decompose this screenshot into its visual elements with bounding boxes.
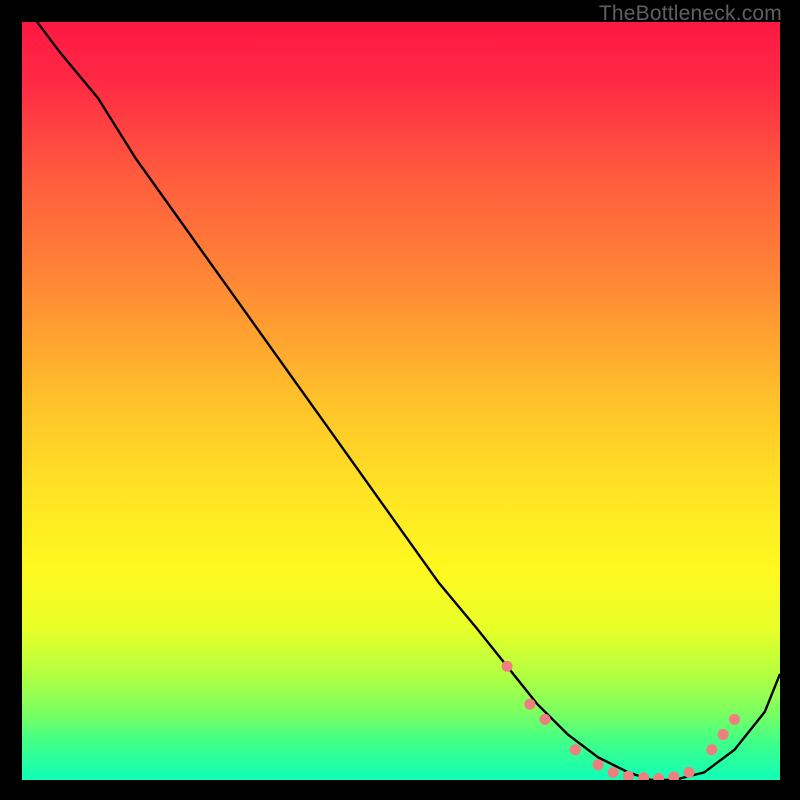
chart-frame: TheBottleneck.com xyxy=(0,0,800,800)
highlight-point xyxy=(684,767,695,778)
highlight-point xyxy=(718,729,729,740)
highlight-point xyxy=(729,714,740,725)
highlight-point xyxy=(570,744,581,755)
highlight-point xyxy=(608,767,619,778)
highlight-point xyxy=(524,699,535,710)
highlight-point xyxy=(540,714,551,725)
highlight-point xyxy=(502,661,513,672)
watermark-label: TheBottleneck.com xyxy=(599,2,782,26)
plot-area xyxy=(22,22,780,780)
bottleneck-chart xyxy=(22,22,780,780)
gradient-background xyxy=(22,22,780,780)
highlight-point xyxy=(706,744,717,755)
highlight-point xyxy=(593,759,604,770)
